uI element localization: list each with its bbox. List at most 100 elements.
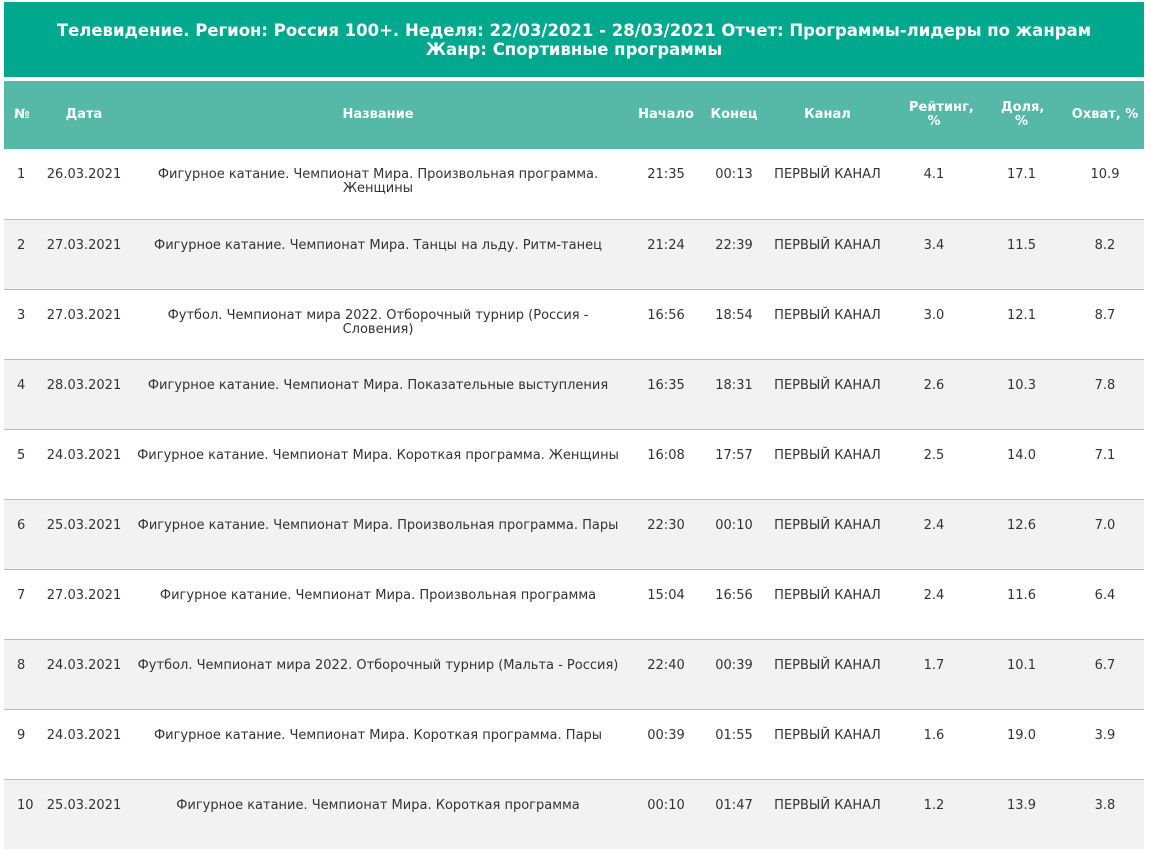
- header-num[interactable]: №: [4, 81, 40, 149]
- cell-rating: 4.1: [923, 167, 945, 182]
- cell-reach: 7.8: [1066, 358, 1144, 429]
- table-row[interactable]: 9 24.03.2021 Фигурное катание. Чемпионат М…: [4, 708, 1144, 779]
- table-row[interactable]: 7 27.03.2021 Фигурное катание. Чемпионат М…: [4, 568, 1144, 639]
- cell-date: 24.03.2021: [40, 708, 128, 779]
- header-channel[interactable]: Канал: [764, 81, 891, 149]
- cell-date: 26.03.2021: [46, 167, 122, 182]
- cell-num: 9: [4, 708, 40, 779]
- cell-name: Фигурное катание. Чемпионат Мира. Коротк…: [128, 778, 628, 849]
- cell-share: 12.6: [977, 498, 1066, 569]
- table-row[interactable]: 6 25.03.2021 Фигурное катание. Чемпионат М…: [4, 498, 1144, 569]
- report-container: Телевидение. Регион: Россия 100+. Неделя…: [4, 2, 1144, 849]
- cell-channel: ПЕРВЫЙ КАНАЛ: [764, 778, 891, 849]
- cell-channel: ПЕРВЫЙ КАНАЛ: [764, 288, 891, 359]
- cell-channel: ПЕРВЫЙ КАНАЛ: [764, 498, 891, 569]
- cell-share: 10.1: [977, 638, 1066, 709]
- cell-end: 22:39: [704, 218, 764, 289]
- cell-date: 27.03.2021: [40, 288, 128, 359]
- cell-reach: 8.7: [1066, 288, 1144, 359]
- cell-channel: ПЕРВЫЙ КАНАЛ: [764, 358, 891, 429]
- header-reach[interactable]: Охват, %: [1066, 81, 1144, 149]
- cell-rating: 2.5: [891, 428, 977, 499]
- cell-share: 11.5: [977, 218, 1066, 289]
- cell-reach: 7.1: [1066, 428, 1144, 499]
- cell-end: 00:13: [715, 167, 753, 182]
- cell-date: 27.03.2021: [40, 218, 128, 289]
- ratings-table: № Дата Название Начало Конец Канал Рейти…: [4, 81, 1144, 849]
- cell-reach: 6.4: [1066, 568, 1144, 639]
- cell-num: 2: [4, 218, 40, 289]
- cell-start: 21:35: [647, 167, 685, 182]
- cell-num: 7: [4, 568, 40, 639]
- cell-date: 25.03.2021: [40, 778, 128, 849]
- cell-start: 16:08: [628, 428, 704, 499]
- cell-rating: 2.4: [891, 498, 977, 569]
- cell-name: Фигурное катание. Чемпионат Мира. Коротк…: [128, 708, 628, 779]
- table-row[interactable]: 5 24.03.2021 Фигурное катание. Чемпионат М…: [4, 428, 1144, 499]
- cell-start: 00:39: [628, 708, 704, 779]
- cell-num: 8: [4, 638, 40, 709]
- cell-num: 6: [4, 498, 40, 569]
- cell-rating: 1.6: [891, 708, 977, 779]
- header-end[interactable]: Конец: [704, 81, 764, 149]
- cell-channel: ПЕРВЫЙ КАНАЛ: [764, 428, 891, 499]
- cell-end: 01:47: [704, 778, 764, 849]
- cell-start: 22:30: [628, 498, 704, 569]
- cell-end: 17:57: [704, 428, 764, 499]
- cell-share: 12.1: [977, 288, 1066, 359]
- cell-share: 14.0: [977, 428, 1066, 499]
- header-rating[interactable]: Рейтинг, %: [891, 81, 977, 149]
- table-row[interactable]: 10 25.03.2021 Фигурное катание. Чемпионат …: [4, 778, 1144, 849]
- cell-channel: ПЕРВЫЙ КАНАЛ: [764, 708, 891, 779]
- header-date[interactable]: Дата: [40, 81, 128, 149]
- cell-name: Футбол. Чемпионат мира 2022. Отборочный …: [128, 638, 628, 709]
- cell-rating: 1.7: [891, 638, 977, 709]
- cell-num: 10: [4, 778, 40, 849]
- cell-share: 11.6: [977, 568, 1066, 639]
- table-header: № Дата Название Начало Конец Канал Рейти…: [4, 81, 1144, 149]
- table-body: 1 26.03.2021 Фигурное катание. Чемпионат М…: [4, 149, 1144, 849]
- cell-name: Фигурное катание. Чемпионат Мира. Произв…: [128, 568, 628, 639]
- cell-name: Фигурное катание. Чемпионат Мира. Коротк…: [128, 428, 628, 499]
- cell-share: 13.9: [977, 778, 1066, 849]
- cell-share: 17.1: [1007, 167, 1036, 182]
- table-row[interactable]: 8 24.03.2021 Футбол. Чемпионат мира 2022. …: [4, 638, 1144, 709]
- cell-reach: 3.8: [1066, 778, 1144, 849]
- cell-start: 15:04: [628, 568, 704, 639]
- cell-rating: 2.6: [891, 358, 977, 429]
- table-row[interactable]: 3 27.03.2021 Футбол. Чемпионат мира 2022. …: [4, 288, 1144, 359]
- cell-channel: ПЕРВЫЙ КАНАЛ: [764, 638, 891, 709]
- cell-start: 16:35: [628, 358, 704, 429]
- cell-channel: ПЕРВЫЙ КАНАЛ: [764, 568, 891, 639]
- header-share[interactable]: Доля, %: [977, 81, 1066, 149]
- cell-date: 27.03.2021: [40, 568, 128, 639]
- cell-start: 00:10: [628, 778, 704, 849]
- header-start[interactable]: Начало: [628, 81, 704, 149]
- cell-name: Фигурное катание. Чемпионат Мира. Произв…: [128, 498, 628, 569]
- cell-num: 4: [4, 358, 40, 429]
- cell-num: 5: [4, 428, 40, 499]
- cell-date: 28.03.2021: [40, 358, 128, 429]
- cell-name: Футбол. Чемпионат мира 2022. Отборочный …: [128, 288, 628, 359]
- cell-share: 19.0: [977, 708, 1066, 779]
- cell-channel: ПЕРВЫЙ КАНАЛ: [764, 218, 891, 289]
- table-row[interactable]: 2 27.03.2021 Фигурное катание. Чемпионат М…: [4, 218, 1144, 289]
- header-name[interactable]: Название: [128, 81, 628, 149]
- cell-name: Фигурное катание. Чемпионат Мира. Танцы …: [128, 218, 628, 289]
- cell-date: 25.03.2021: [40, 498, 128, 569]
- cell-date: 24.03.2021: [40, 428, 128, 499]
- report-title: Телевидение. Регион: Россия 100+. Неделя…: [4, 2, 1144, 77]
- cell-num: 3: [4, 288, 40, 359]
- cell-date: 24.03.2021: [40, 638, 128, 709]
- cell-rating: 3.0: [891, 288, 977, 359]
- cell-end: 18:54: [704, 288, 764, 359]
- cell-start: 21:24: [628, 218, 704, 289]
- cell-rating: 3.4: [891, 218, 977, 289]
- cell-share: 10.3: [977, 358, 1066, 429]
- cell-reach: 10.9: [1090, 167, 1120, 182]
- cell-rating: 2.4: [891, 568, 977, 639]
- table-row[interactable]: 1 26.03.2021 Фигурное катание. Чемпионат М…: [4, 149, 1144, 219]
- table-row[interactable]: 4 28.03.2021 Фигурное катание. Чемпионат М…: [4, 358, 1144, 429]
- cell-start: 22:40: [628, 638, 704, 709]
- cell-start: 16:56: [628, 288, 704, 359]
